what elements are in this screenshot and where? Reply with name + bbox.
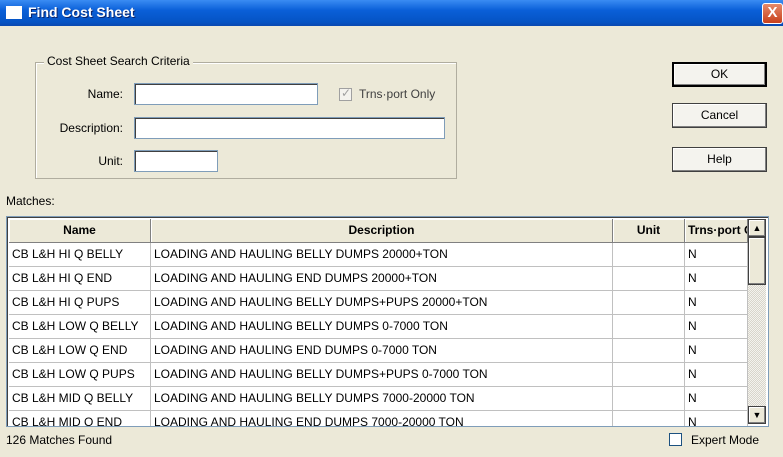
column-header-description[interactable]: Description <box>151 219 613 243</box>
cell-trnsport-only: N <box>685 339 748 363</box>
column-header-name[interactable]: Name <box>9 219 151 243</box>
cell-unit <box>613 267 685 291</box>
column-header-trnsport-only[interactable]: Trns·port Only <box>685 219 748 243</box>
find-cost-sheet-dialog: Find Cost Sheet X Cost Sheet Search Crit… <box>0 0 783 457</box>
cell-name: CB L&H MID Q END <box>9 411 151 426</box>
close-button[interactable]: X <box>762 3 783 24</box>
table-row[interactable]: CB L&H HI Q PUPS LOADING AND HAULING BELL… <box>9 291 748 315</box>
search-criteria-legend: Cost Sheet Search Criteria <box>44 54 193 68</box>
cell-trnsport-only: N <box>685 267 748 291</box>
cell-description: LOADING AND HAULING BELLY DUMPS 7000-200… <box>151 387 613 411</box>
expert-mode-label: Expert Mode <box>691 433 760 447</box>
cell-unit <box>613 411 685 426</box>
window-title: Find Cost Sheet <box>28 4 135 20</box>
window-icon <box>6 6 22 19</box>
cell-description: LOADING AND HAULING BELLY DUMPS+PUPS 0-7… <box>151 363 613 387</box>
cell-trnsport-only: N <box>685 291 748 315</box>
scroll-up-arrow-icon[interactable]: ▲ <box>748 219 766 237</box>
vertical-scrollbar[interactable]: ▲ ▼ <box>748 219 766 424</box>
cell-unit <box>613 339 685 363</box>
cell-unit <box>613 291 685 315</box>
cell-trnsport-only: N <box>685 363 748 387</box>
table-row[interactable]: CB L&H LOW Q END LOADING AND HAULING END … <box>9 339 748 363</box>
table-row[interactable]: CB L&H HI Q END LOADING AND HAULING END D… <box>9 267 748 291</box>
cell-name: CB L&H LOW Q END <box>9 339 151 363</box>
scroll-thumb[interactable] <box>748 237 766 285</box>
cell-unit <box>613 387 685 411</box>
table-row[interactable]: CB L&H HI Q BELLY LOADING AND HAULING BEL… <box>9 243 748 267</box>
cell-name: CB L&H LOW Q BELLY <box>9 315 151 339</box>
scroll-down-arrow-icon[interactable]: ▼ <box>748 406 766 424</box>
table-row[interactable]: CB L&H LOW Q PUPS LOADING AND HAULING BEL… <box>9 363 748 387</box>
cell-description: LOADING AND HAULING END DUMPS 7000-20000… <box>151 411 613 426</box>
table-row[interactable]: CB L&H MID Q END LOADING AND HAULING END … <box>9 411 748 426</box>
table-row[interactable]: CB L&H MID Q BELLY LOADING AND HAULING BE… <box>9 387 748 411</box>
matches-found-status: 126 Matches Found <box>6 433 113 447</box>
cell-trnsport-only: N <box>685 243 748 267</box>
cell-trnsport-only: N <box>685 411 748 426</box>
cell-name: CB L&H MID Q BELLY <box>9 387 151 411</box>
table-row[interactable]: CB L&H LOW Q BELLY LOADING AND HAULING BE… <box>9 315 748 339</box>
cell-description: LOADING AND HAULING END DUMPS 0-7000 TON <box>151 339 613 363</box>
trnsport-only-checkbox[interactable] <box>339 86 352 101</box>
trnsport-only-label: Trns·port Only <box>359 87 436 101</box>
ok-button[interactable]: OK <box>672 62 767 87</box>
cell-name: CB L&H HI Q PUPS <box>9 291 151 315</box>
cell-description: LOADING AND HAULING BELLY DUMPS+PUPS 200… <box>151 291 613 315</box>
cancel-button[interactable]: Cancel <box>672 103 767 128</box>
matches-grid[interactable]: Name Description Unit Trns·port Only CB … <box>6 216 769 427</box>
expert-mode-checkbox[interactable] <box>669 433 682 446</box>
name-field[interactable] <box>134 83 318 105</box>
cell-name: CB L&H HI Q END <box>9 267 151 291</box>
cell-trnsport-only: N <box>685 315 748 339</box>
cell-description: LOADING AND HAULING BELLY DUMPS 20000+TO… <box>151 243 613 267</box>
cell-description: LOADING AND HAULING END DUMPS 20000+TON <box>151 267 613 291</box>
cell-trnsport-only: N <box>685 387 748 411</box>
cell-unit <box>613 363 685 387</box>
unit-field[interactable] <box>134 150 218 172</box>
cell-unit <box>613 243 685 267</box>
help-button[interactable]: Help <box>672 147 767 172</box>
cell-name: CB L&H HI Q BELLY <box>9 243 151 267</box>
cell-description: LOADING AND HAULING BELLY DUMPS 0-7000 T… <box>151 315 613 339</box>
description-field[interactable] <box>134 117 445 139</box>
name-label: Name: <box>87 87 123 101</box>
title-bar[interactable]: Find Cost Sheet X <box>0 0 783 26</box>
unit-label: Unit: <box>98 154 123 168</box>
column-header-unit[interactable]: Unit <box>613 219 685 243</box>
matches-label: Matches: <box>6 194 55 208</box>
description-label: Description: <box>59 121 123 135</box>
cell-unit <box>613 315 685 339</box>
cell-name: CB L&H LOW Q PUPS <box>9 363 151 387</box>
